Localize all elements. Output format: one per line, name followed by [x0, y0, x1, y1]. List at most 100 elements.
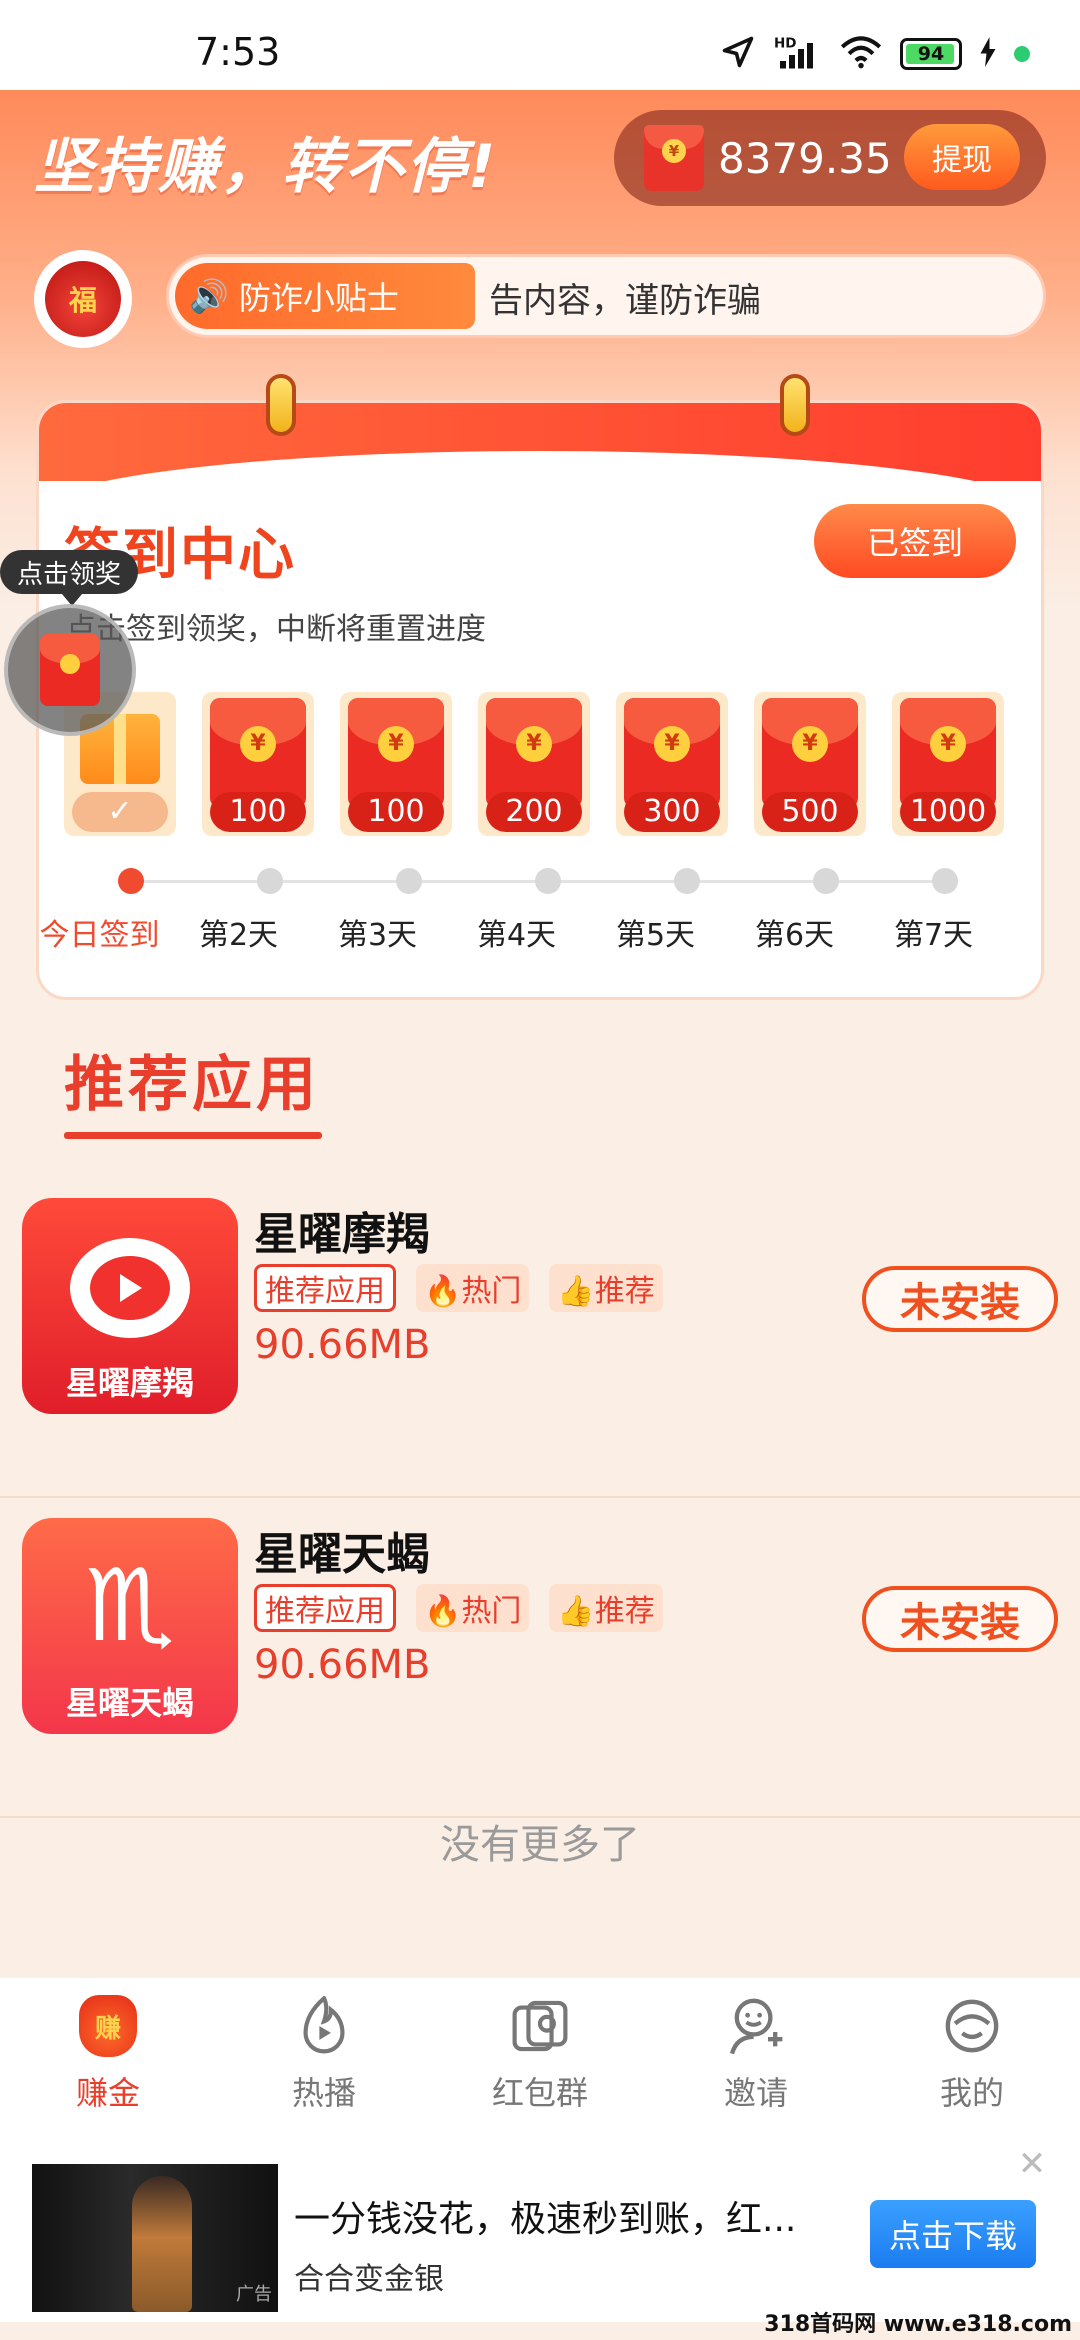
- day-label: 第4天: [476, 918, 557, 953]
- nav-item-hot[interactable]: 热播: [216, 1978, 432, 2148]
- signal-icon: HD: [774, 34, 822, 74]
- charging-icon: [980, 37, 996, 71]
- app-icon-caption: 星曜摩羯: [65, 1364, 194, 1402]
- progress-dot: [257, 868, 283, 894]
- install-button[interactable]: 未安装: [862, 1266, 1058, 1332]
- reward-card[interactable]: ¥ 200: [478, 692, 590, 836]
- scorpion-icon: ♏: [85, 1547, 175, 1664]
- reward-card[interactable]: ¥ 500: [754, 692, 866, 836]
- floating-reward-button[interactable]: [4, 604, 136, 736]
- reward-card[interactable]: ¥ 100: [340, 692, 452, 836]
- checked-icon: ✓: [72, 792, 168, 832]
- balance-amount: 8379.35: [718, 133, 892, 183]
- capricorn-app-icon: 星曜摩羯: [22, 1198, 238, 1414]
- reward-amount: 300: [624, 792, 720, 832]
- nav-item-invite[interactable]: 邀请: [648, 1978, 864, 2148]
- tag-recommend: 👍推荐: [549, 1584, 663, 1632]
- play-icon: [90, 1256, 170, 1320]
- invite-icon: [726, 1996, 786, 2056]
- ad-download-button[interactable]: 点击下载: [870, 2200, 1036, 2268]
- anti-fraud-notice-bar[interactable]: 🔊 防诈小贴士 告内容，谨防诈骗: [166, 254, 1046, 338]
- progress-dot-active: [118, 868, 144, 894]
- close-icon[interactable]: ✕: [1016, 2147, 1048, 2181]
- tag-recommend-app: 推荐应用: [254, 1264, 396, 1312]
- day-label-today: 今日签到: [39, 918, 160, 953]
- red-envelope-icon: [40, 634, 100, 706]
- signed-button[interactable]: 已签到: [814, 504, 1016, 578]
- profile-icon: [942, 1996, 1002, 2056]
- red-packet-group-icon: [510, 1996, 570, 2056]
- app-list-item[interactable]: ♏ 星曜天蝎 星曜天蝎 推荐应用 🔥热门 👍推荐 90.66MB 未安装: [0, 1500, 1080, 1818]
- reward-card[interactable]: ¥ 100: [202, 692, 314, 836]
- ad-banner[interactable]: 广告 一分钱没花，极速秒到账，红... 合合变金银 点击下载 ✕: [0, 2147, 1080, 2322]
- reward-card[interactable]: ¥ 1000: [892, 692, 1004, 836]
- site-watermark: 318首码网 www.e318.com: [764, 2312, 1072, 2337]
- notice-text: 告内容，谨防诈骗: [489, 281, 761, 321]
- fortune-bag-icon[interactable]: 福: [34, 250, 132, 348]
- ad-mark: 广告: [236, 2284, 272, 2305]
- balance-pill[interactable]: ¥ 8379.35 提现: [614, 110, 1046, 206]
- earn-bag-icon: 赚: [78, 1995, 138, 2057]
- nav-item-red-packet-group[interactable]: 红包群: [432, 1978, 648, 2148]
- reward-amount: 200: [486, 792, 582, 832]
- nav-label: 赚金: [75, 2074, 140, 2112]
- day-label: 第6天: [754, 918, 835, 953]
- speaker-icon: 🔊: [189, 277, 229, 315]
- signin-day-labels: 今日签到 第2天 第3天 第4天 第5天 第6天 第7天: [30, 910, 1050, 954]
- reward-amount: 1000: [900, 792, 996, 832]
- status-bar: 7:53 HD 94: [0, 0, 1080, 90]
- privacy-indicator-dot: [1014, 46, 1030, 62]
- day-label: 第2天: [198, 918, 279, 953]
- scorpio-app-icon: ♏ 星曜天蝎: [22, 1518, 238, 1734]
- ad-subtitle: 合合变金银: [294, 2262, 444, 2297]
- tag-hot: 🔥热门: [416, 1584, 530, 1632]
- reward-card[interactable]: ¥ 300: [616, 692, 728, 836]
- app-name: 星曜天蝎: [254, 1529, 430, 1580]
- network-type-label: HD: [774, 36, 797, 52]
- app-icon-caption: 星曜天蝎: [65, 1684, 194, 1722]
- progress-dot: [813, 868, 839, 894]
- notice-tag: 🔊 防诈小贴士: [175, 263, 475, 329]
- progress-dot: [396, 868, 422, 894]
- hot-play-icon: [294, 1996, 354, 2056]
- battery-level: 94: [917, 43, 945, 65]
- bottom-nav: 赚 赚金 热播 红包群 邀请 我的: [0, 1978, 1080, 2148]
- ad-title: 一分钱没花，极速秒到账，红...: [294, 2199, 797, 2240]
- calendar-binder-ring: [780, 374, 810, 436]
- progress-dot: [535, 868, 561, 894]
- red-packet-icon: ¥: [644, 125, 704, 191]
- app-size: 90.66MB: [254, 1322, 431, 1368]
- nav-label: 红包群: [491, 2074, 588, 2112]
- app-tags: 推荐应用 🔥热门 👍推荐: [254, 1264, 663, 1312]
- install-button[interactable]: 未安装: [862, 1586, 1058, 1652]
- reward-amount: 500: [762, 792, 858, 832]
- withdraw-button[interactable]: 提现: [904, 124, 1020, 190]
- app-name: 星曜摩羯: [254, 1209, 430, 1260]
- day-label: 第7天: [893, 918, 974, 953]
- day-label: 第5天: [615, 918, 696, 953]
- nav-item-earn[interactable]: 赚 赚金: [0, 1978, 216, 2148]
- status-time: 7:53: [195, 30, 281, 74]
- nav-item-profile[interactable]: 我的: [864, 1978, 1080, 2148]
- day-label: 第3天: [337, 918, 418, 953]
- location-icon: [720, 34, 756, 74]
- tag-recommend-app: 推荐应用: [254, 1584, 396, 1632]
- app-list-item[interactable]: 星曜摩羯 星曜摩羯 推荐应用 🔥热门 👍推荐 90.66MB 未安装: [0, 1180, 1080, 1498]
- signin-reward-cards: ✓ ¥ 100 ¥ 100 ¥ 200 ¥ 300 ¥ 500 ¥ 1000: [64, 692, 1012, 836]
- ad-thumbnail: 广告: [32, 2164, 278, 2312]
- reward-amount: 100: [348, 792, 444, 832]
- nav-label: 我的: [939, 2074, 1004, 2112]
- signin-progress: [118, 868, 958, 896]
- card-header-strip: [39, 403, 1041, 481]
- progress-dot: [932, 868, 958, 894]
- notice-tag-label: 防诈小贴士: [238, 279, 399, 317]
- no-more-text: 没有更多了: [440, 1822, 640, 1868]
- app-tags: 推荐应用 🔥热门 👍推荐: [254, 1584, 663, 1632]
- ad-person-image: [132, 2176, 192, 2312]
- tag-hot: 🔥热门: [416, 1264, 530, 1312]
- header-slogan: 坚持赚，转不停!: [34, 132, 498, 202]
- progress-dot: [674, 868, 700, 894]
- fortune-char: 福: [45, 261, 121, 337]
- recommend-title-underline: [64, 1132, 322, 1139]
- recommend-title: 推荐应用: [64, 1050, 320, 1120]
